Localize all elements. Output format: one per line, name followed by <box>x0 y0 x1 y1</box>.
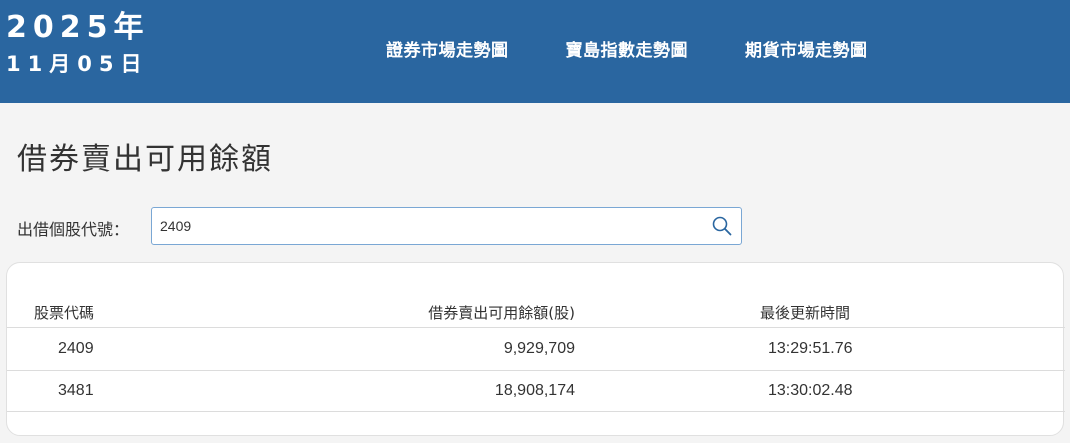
date-day: 11月05日 <box>6 52 149 76</box>
header-available-amount: 借券賣出可用餘額(股) <box>428 304 575 322</box>
search-icon[interactable] <box>712 216 732 240</box>
results-table: 股票代碼 借券賣出可用餘額(股) 最後更新時間 2409 9,929,709 1… <box>6 262 1065 436</box>
main-nav: 證券市場走勢圖 寶島指數走勢圖 期貨市場走勢圖 <box>386 36 925 61</box>
search-field <box>151 207 742 245</box>
top-header: 2025年 11月05日 證券市場走勢圖 寶島指數走勢圖 期貨市場走勢圖 <box>0 0 1070 103</box>
search-input[interactable] <box>160 208 700 244</box>
divider <box>7 370 1065 371</box>
date-year: 2025年 <box>6 10 150 45</box>
page-title: 借券賣出可用餘額 <box>17 142 273 177</box>
divider <box>7 327 1065 328</box>
row-1-stock-code-link[interactable]: 2409 <box>58 340 94 358</box>
date-display: 2025年 11月05日 <box>6 10 150 78</box>
header-stock-code: 股票代碼 <box>34 304 95 322</box>
row-1-amount: 9,929,709 <box>503 340 575 357</box>
row-2-stock-code-link[interactable]: 3481 <box>58 382 94 400</box>
divider <box>7 411 1065 412</box>
nav-link-taiwan-index-chart[interactable]: 寶島指數走勢圖 <box>566 36 689 61</box>
header-last-update: 最後更新時間 <box>760 304 851 322</box>
row-2-amount: 18,908,174 <box>494 382 575 399</box>
row-2-time: 13:30:02.48 <box>768 382 853 399</box>
row-1-time: 13:29:51.76 <box>768 340 853 357</box>
nav-link-futures-chart[interactable]: 期貨市場走勢圖 <box>745 36 868 61</box>
nav-link-securities-chart[interactable]: 證券市場走勢圖 <box>386 36 509 61</box>
search-label: 出借個股代號： <box>17 220 130 239</box>
